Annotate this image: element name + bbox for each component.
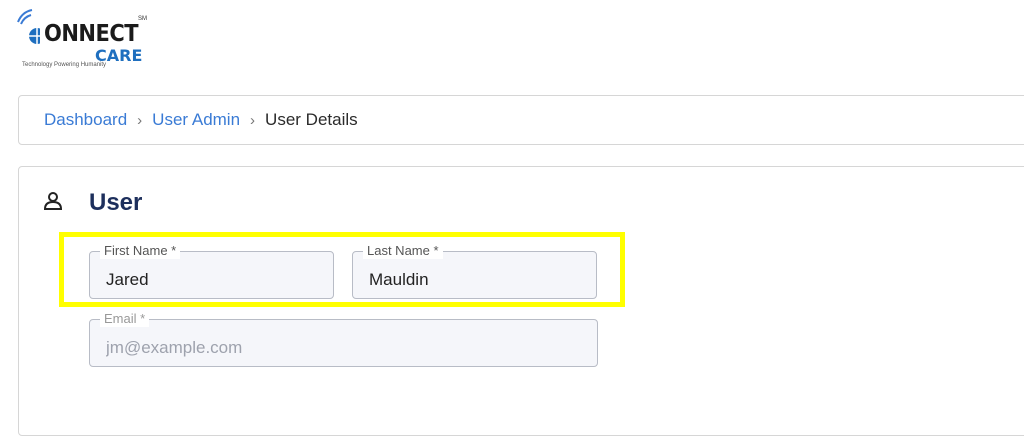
globe-signal-icon xyxy=(17,9,40,44)
logo-connect-text: ONNECT xyxy=(44,20,139,47)
last-name-field[interactable]: Last Name * xyxy=(352,243,597,299)
logo-trademark: SM xyxy=(138,16,147,22)
last-name-input[interactable] xyxy=(353,252,596,298)
first-name-input[interactable] xyxy=(90,252,333,298)
chevron-right-icon: › xyxy=(250,111,256,129)
first-name-field[interactable]: First Name * xyxy=(89,243,334,299)
section-title: User xyxy=(89,189,143,216)
email-field[interactable]: Email * xyxy=(89,311,598,367)
email-input[interactable] xyxy=(90,320,597,366)
user-details-card: User First Name * Last Name * Email * xyxy=(18,166,1024,436)
breadcrumb: Dashboard › User Admin › User Details xyxy=(18,95,1024,145)
chevron-right-icon: › xyxy=(137,111,143,129)
logo-tagline: Technology Powering Humanity xyxy=(22,62,107,68)
company-logo: ONNECT SM CARE Technology Powering Human… xyxy=(10,8,160,72)
breadcrumb-user-admin-link[interactable]: User Admin xyxy=(152,110,240,130)
breadcrumb-dashboard-link[interactable]: Dashboard xyxy=(44,110,127,130)
breadcrumb-current: User Details xyxy=(265,110,358,129)
person-icon xyxy=(43,192,63,210)
